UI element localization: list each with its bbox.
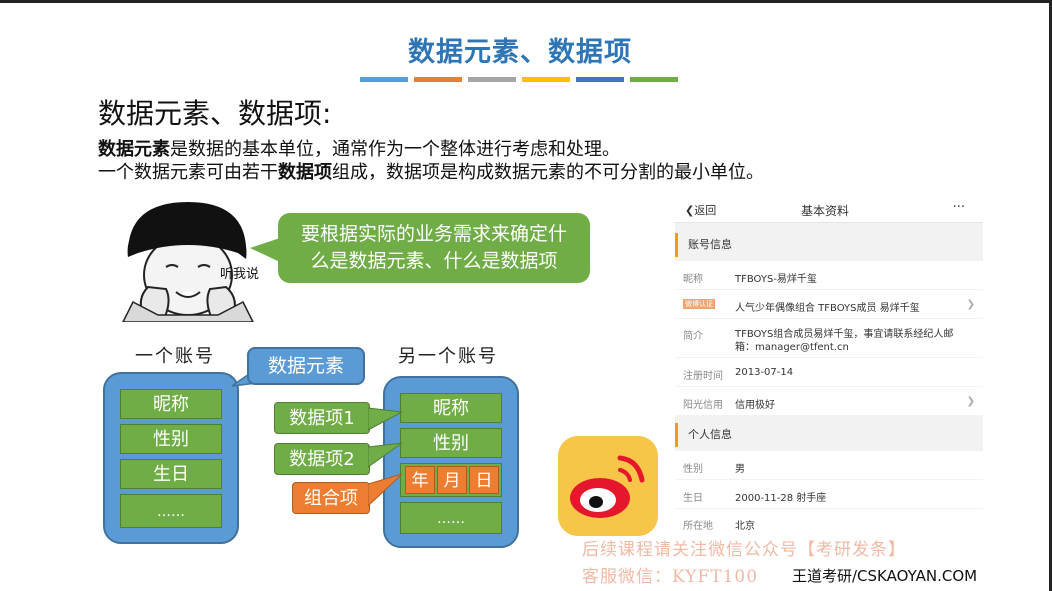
date-part-month: 月 [437, 466, 467, 494]
right-account-label: 另一个账号 [398, 346, 498, 367]
back-button-label: 返回 [694, 204, 717, 217]
combo-item-arrow [368, 473, 402, 507]
right-cell-nickname: 昵称 [400, 393, 502, 423]
profile-header: ❮返回 基本资料 ··· [675, 195, 983, 223]
definition-line-1-text: 是数据的基本单位，通常作为一个整体进行考虑和处理。 [170, 139, 620, 160]
section-account-info: 账号信息 [675, 233, 983, 257]
definition-line-2-text-a: 一个数据元素可由若干 [98, 162, 278, 183]
left-cell-more: …… [120, 494, 222, 528]
left-account-label: 一个账号 [135, 346, 215, 367]
row-credit[interactable]: 阳光信用 信用极好 ❯ [675, 387, 983, 415]
location-label: 所在地 [683, 521, 713, 532]
section-personal-info: 个人信息 [675, 423, 983, 447]
gender-value: 男 [735, 464, 745, 475]
right-cell-gender: 性别 [400, 428, 502, 458]
back-button[interactable]: ❮返回 [685, 202, 716, 218]
credit-label: 阳光信用 [683, 400, 723, 411]
date-part-year: 年 [405, 466, 435, 494]
chevron-right-icon: ❯ [966, 299, 975, 310]
location-value: 北京 [735, 521, 755, 532]
row-gender: 性别 男 [675, 451, 983, 479]
data-item-1-tag: 数据项1 [274, 402, 370, 434]
definition-line-2-text-b: 组成，数据项是构成数据元素的不可分割的最小单位。 [332, 162, 764, 183]
date-part-day: 日 [469, 466, 499, 494]
speech-bubble: 要根据实际的业务需求来确定什 么是数据元素、什么是数据项 [278, 213, 590, 283]
combo-item-tag: 组合项 [292, 482, 370, 514]
term-data-item: 数据项 [278, 162, 332, 183]
term-data-element: 数据元素 [98, 139, 170, 160]
left-cell-birthday: 生日 [120, 459, 222, 489]
nickname-label: 昵称 [683, 274, 703, 285]
row-nickname[interactable]: 昵称 TFBOYS-易烊千玺 [675, 261, 983, 289]
register-time-label: 注册时间 [683, 371, 723, 382]
data-item-2-tag: 数据项2 [274, 443, 370, 475]
birthday-value: 2000-11-28 射手座 [735, 493, 827, 504]
intro-value-line-2: 箱：manager@tfent.cn [735, 342, 849, 353]
data-element-tag: 数据元素 [247, 347, 365, 385]
profile-title: 基本资料 [801, 204, 850, 218]
title-color-bar [630, 77, 678, 82]
speech-bubble-tail [250, 238, 280, 262]
row-intro[interactable]: 简介 TFBOYS组合成员易烊千玺，事宜请联系经纪人邮 箱：manager@tf… [675, 319, 983, 357]
intro-label: 简介 [683, 331, 703, 342]
title-color-bar [360, 77, 408, 82]
title-color-bar [414, 77, 462, 82]
meme-face-image [122, 202, 254, 322]
window-top-border [0, 0, 1052, 3]
title-color-bars [360, 77, 678, 82]
row-location: 所在地 北京 [675, 509, 983, 535]
birthday-label: 生日 [683, 493, 703, 504]
title-color-bar [576, 77, 624, 82]
verification-value: 人气少年偶像组合 TFBOYS成员 易烊千玺 [735, 303, 920, 314]
row-birthday: 生日 2000-11-28 射手座 [675, 480, 983, 508]
title-color-bar [522, 77, 570, 82]
title-color-bar [468, 77, 516, 82]
weibo-logo-icon [558, 436, 658, 536]
left-cell-gender: 性别 [120, 424, 222, 454]
verification-label: 微博认证 [683, 299, 715, 309]
row-verification[interactable]: 微博认证 人气少年偶像组合 TFBOYS成员 易烊千玺 ❯ [675, 290, 983, 318]
weibo-profile-screenshot: ❮返回 基本资料 ··· 账号信息 昵称 TFBOYS-易烊千玺 微博认证 人气… [675, 195, 983, 535]
meme-caption: 听我说 [220, 267, 260, 282]
data-item-2-arrow [368, 442, 402, 468]
data-item-1-arrow [368, 407, 402, 431]
nickname-value: TFBOYS-易烊千玺 [735, 274, 817, 285]
gender-label: 性别 [683, 464, 703, 475]
credit-value: 信用极好 [735, 400, 775, 411]
watermark-line-1: 后续课程请关注微信公众号【考研发条】 [582, 540, 906, 560]
slide-title: 数据元素、数据项 [408, 37, 632, 68]
chevron-right-icon: ❯ [966, 396, 975, 407]
section-heading: 数据元素、数据项: [98, 97, 332, 130]
chevron-left-icon: ❮ [685, 204, 695, 217]
register-time-value: 2013-07-14 [735, 367, 794, 378]
watermark-line-2: 客服微信：KYFT100 [582, 567, 759, 587]
speech-bubble-line-1: 要根据实际的业务需求来确定什 [300, 223, 567, 245]
left-cell-nickname: 昵称 [120, 389, 222, 419]
more-options-button[interactable]: ··· [953, 200, 965, 215]
definition-line-2: 一个数据元素可由若干数据项组成，数据项是构成数据元素的不可分割的最小单位。 [98, 158, 764, 184]
right-cell-more: …… [400, 502, 502, 534]
speech-bubble-line-2: 么是数据元素、什么是数据项 [310, 250, 558, 272]
brand-watermark: 王道考研/CSKAOYAN.COM [792, 567, 978, 585]
row-register-time: 注册时间 2013-07-14 [675, 358, 983, 386]
